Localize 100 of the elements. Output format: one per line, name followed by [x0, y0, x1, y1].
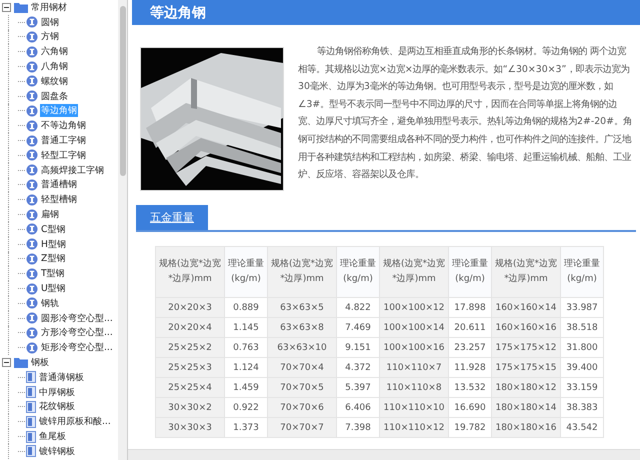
tree-item[interactable]: 镀锌用原板和酸...: [38, 415, 112, 428]
circle-icon: [26, 60, 38, 73]
circle-icon: [26, 238, 38, 250]
tree-item[interactable]: 扁钢: [40, 208, 60, 222]
tree-item[interactable]: 鱼尾板: [38, 430, 67, 443]
table-cell: 110×110×7: [380, 358, 448, 378]
circle-icon: [26, 46, 38, 58]
table-cell: 25×25×2: [156, 338, 224, 358]
table-cell: 180×180×12: [492, 378, 560, 398]
table-cell: 180×180×16: [492, 418, 560, 438]
tree-item[interactable]: 六角钢: [40, 45, 69, 58]
tab[interactable]: 五金重量: [136, 205, 208, 230]
scrollbar[interactable]: [118, 0, 127, 460]
tree-item[interactable]: 圆钢: [40, 16, 60, 29]
table-cell: 63×63×5: [268, 298, 336, 318]
table-cell: 100×100×14: [380, 318, 448, 338]
table-cell: 70×70×6: [268, 398, 336, 418]
tree-item[interactable]: 轻型工字钢: [40, 148, 87, 162]
tree-item[interactable]: 普通工字钢: [40, 134, 87, 148]
tree-item[interactable]: 轻型槽钢: [40, 193, 78, 206]
tree-item[interactable]: 圆形冷弯空心型...: [40, 312, 114, 325]
table-cell: 70×70×5: [268, 378, 336, 398]
table-cell: 38.383: [560, 398, 604, 418]
circle-icon: [26, 312, 38, 324]
table-cell: 70×70×7: [268, 418, 336, 438]
circle-icon: [26, 282, 38, 295]
table-cell: 33.987: [560, 298, 604, 318]
tree-item[interactable]: Z型钢: [40, 252, 66, 266]
tree-item[interactable]: 花纹钢板: [38, 400, 76, 414]
table-cell: 31.800: [560, 338, 604, 358]
document-icon: [26, 445, 36, 458]
tree-item[interactable]: 不等边角钢: [40, 119, 87, 132]
document-icon: [26, 430, 36, 442]
circle-icon: [26, 268, 38, 280]
tree-item[interactable]: 普通槽钢: [40, 178, 78, 192]
column-header: 理论重量(kg/m): [448, 246, 492, 298]
tree-item[interactable]: T型钢: [40, 267, 66, 280]
description-text: 等边角钢俗称角铁、是两边互相垂直成角形的长条钢材。等边角钢的 两个边宽相等。其规格以边宽×边宽×边厚的毫米数表示。如“∠30×30×3”，即表示边宽为 30毫米、边厚为3毫米的等边角钢。也可用型号表示，型号是边宽的厘米数，如∠3#。型号不表示同一型号中不同边厚的尺寸，因而在合同等单据上将角钢的边宽、边厚尺寸填写齐全，避免单独用型号表示。热轧等边角钢的规格为2#-20#。角钢可按结构的不同需要组成各种不同的受力构件，也可作构件之间的连接件。广泛地用于各种建筑结构和工程结构，如房梁、桥梁、输电塔、起重运输机械、船舶、工业炉、反应塔、容器架以及仓库。: [298, 45, 633, 182]
table-cell: 110×110×10: [380, 398, 448, 418]
column-header: 规格(边宽*边宽*边厚)mm: [492, 246, 560, 298]
table-cell: 25×25×3: [156, 358, 224, 378]
tree-item[interactable]: 高频焊接工字钢: [40, 164, 105, 177]
folder-icon: [14, 357, 28, 368]
table-cell: 70×70×4: [268, 358, 336, 378]
circle-icon: [26, 134, 38, 147]
column-header: 理论重量(kg/m): [224, 246, 268, 298]
scrollbar[interactable]: [128, 449, 640, 460]
tree-item[interactable]: 镀锌钢板: [38, 444, 76, 458]
tree-item[interactable]: U型钢: [40, 282, 67, 296]
column-header: 理论重量(kg/m): [560, 246, 604, 298]
tree-item[interactable]: 钢轨: [40, 296, 60, 310]
tree-item[interactable]: 中厚钢板: [38, 386, 76, 399]
table-cell: 110×110×12: [380, 418, 448, 438]
column-header: 规格(边宽*边宽*边厚)mm: [380, 246, 448, 298]
circle-icon: [26, 178, 38, 191]
tree-item[interactable]: 矩形冷弯空心型...: [40, 341, 114, 354]
table-cell: 100×100×12: [380, 298, 448, 318]
table-cell: 160×160×16: [492, 318, 560, 338]
table-cell: 25×25×4: [156, 378, 224, 398]
document-icon: [26, 386, 36, 398]
tree-folder[interactable]: 常用钢材: [30, 0, 68, 14]
table-cell: 20×20×3: [156, 298, 224, 318]
circle-icon: [26, 30, 38, 43]
circle-icon: [26, 297, 38, 310]
circle-icon: [26, 164, 38, 176]
table-cell: 38.518: [560, 318, 604, 338]
table-cell: 180×180×14: [492, 398, 560, 418]
column-header: 规格(边宽*边宽*边厚)mm: [268, 246, 336, 298]
document-icon: [26, 371, 36, 384]
tree-item[interactable]: 普通薄钢板: [38, 370, 85, 384]
circle-icon: [26, 326, 38, 339]
document-icon: [26, 416, 36, 428]
table-cell: 110×110×8: [380, 378, 448, 398]
collapse-icon[interactable]: [2, 2, 11, 12]
column-header: 规格(边宽*边宽*边厚)mm: [156, 246, 224, 298]
page-title: 等边角钢: [150, 4, 206, 22]
circle-icon: [26, 194, 38, 206]
circle-icon: [26, 90, 38, 102]
circle-icon: [26, 252, 38, 265]
circle-icon: [26, 120, 38, 132]
table-cell: 160×160×14: [492, 298, 560, 318]
tree-folder[interactable]: 钢板: [30, 356, 50, 370]
folder-icon: [14, 2, 28, 13]
circle-icon: [26, 149, 38, 162]
tree-item[interactable]: C型钢: [40, 222, 66, 236]
table-cell: 43.542: [560, 418, 604, 438]
tree-item[interactable]: 螺纹钢: [40, 74, 69, 88]
tree-item[interactable]: 方钢: [40, 30, 60, 44]
tree-item[interactable]: 方形冷弯空心型...: [40, 326, 114, 340]
tree-item[interactable]: 圆盘条: [40, 90, 69, 103]
table-cell: 63×63×10: [268, 338, 336, 358]
circle-icon: [26, 208, 38, 221]
table-cell: 30×30×3: [156, 418, 224, 438]
table-cell: 63×63×8: [268, 318, 336, 338]
tree-item[interactable]: 八角钢: [40, 60, 69, 74]
table-cell: 100×100×16: [380, 338, 448, 358]
tree-item[interactable]: H型钢: [40, 238, 67, 251]
collapse-icon[interactable]: [2, 358, 11, 368]
table-cell: 30×30×2: [156, 398, 224, 418]
document-icon: [26, 400, 36, 413]
